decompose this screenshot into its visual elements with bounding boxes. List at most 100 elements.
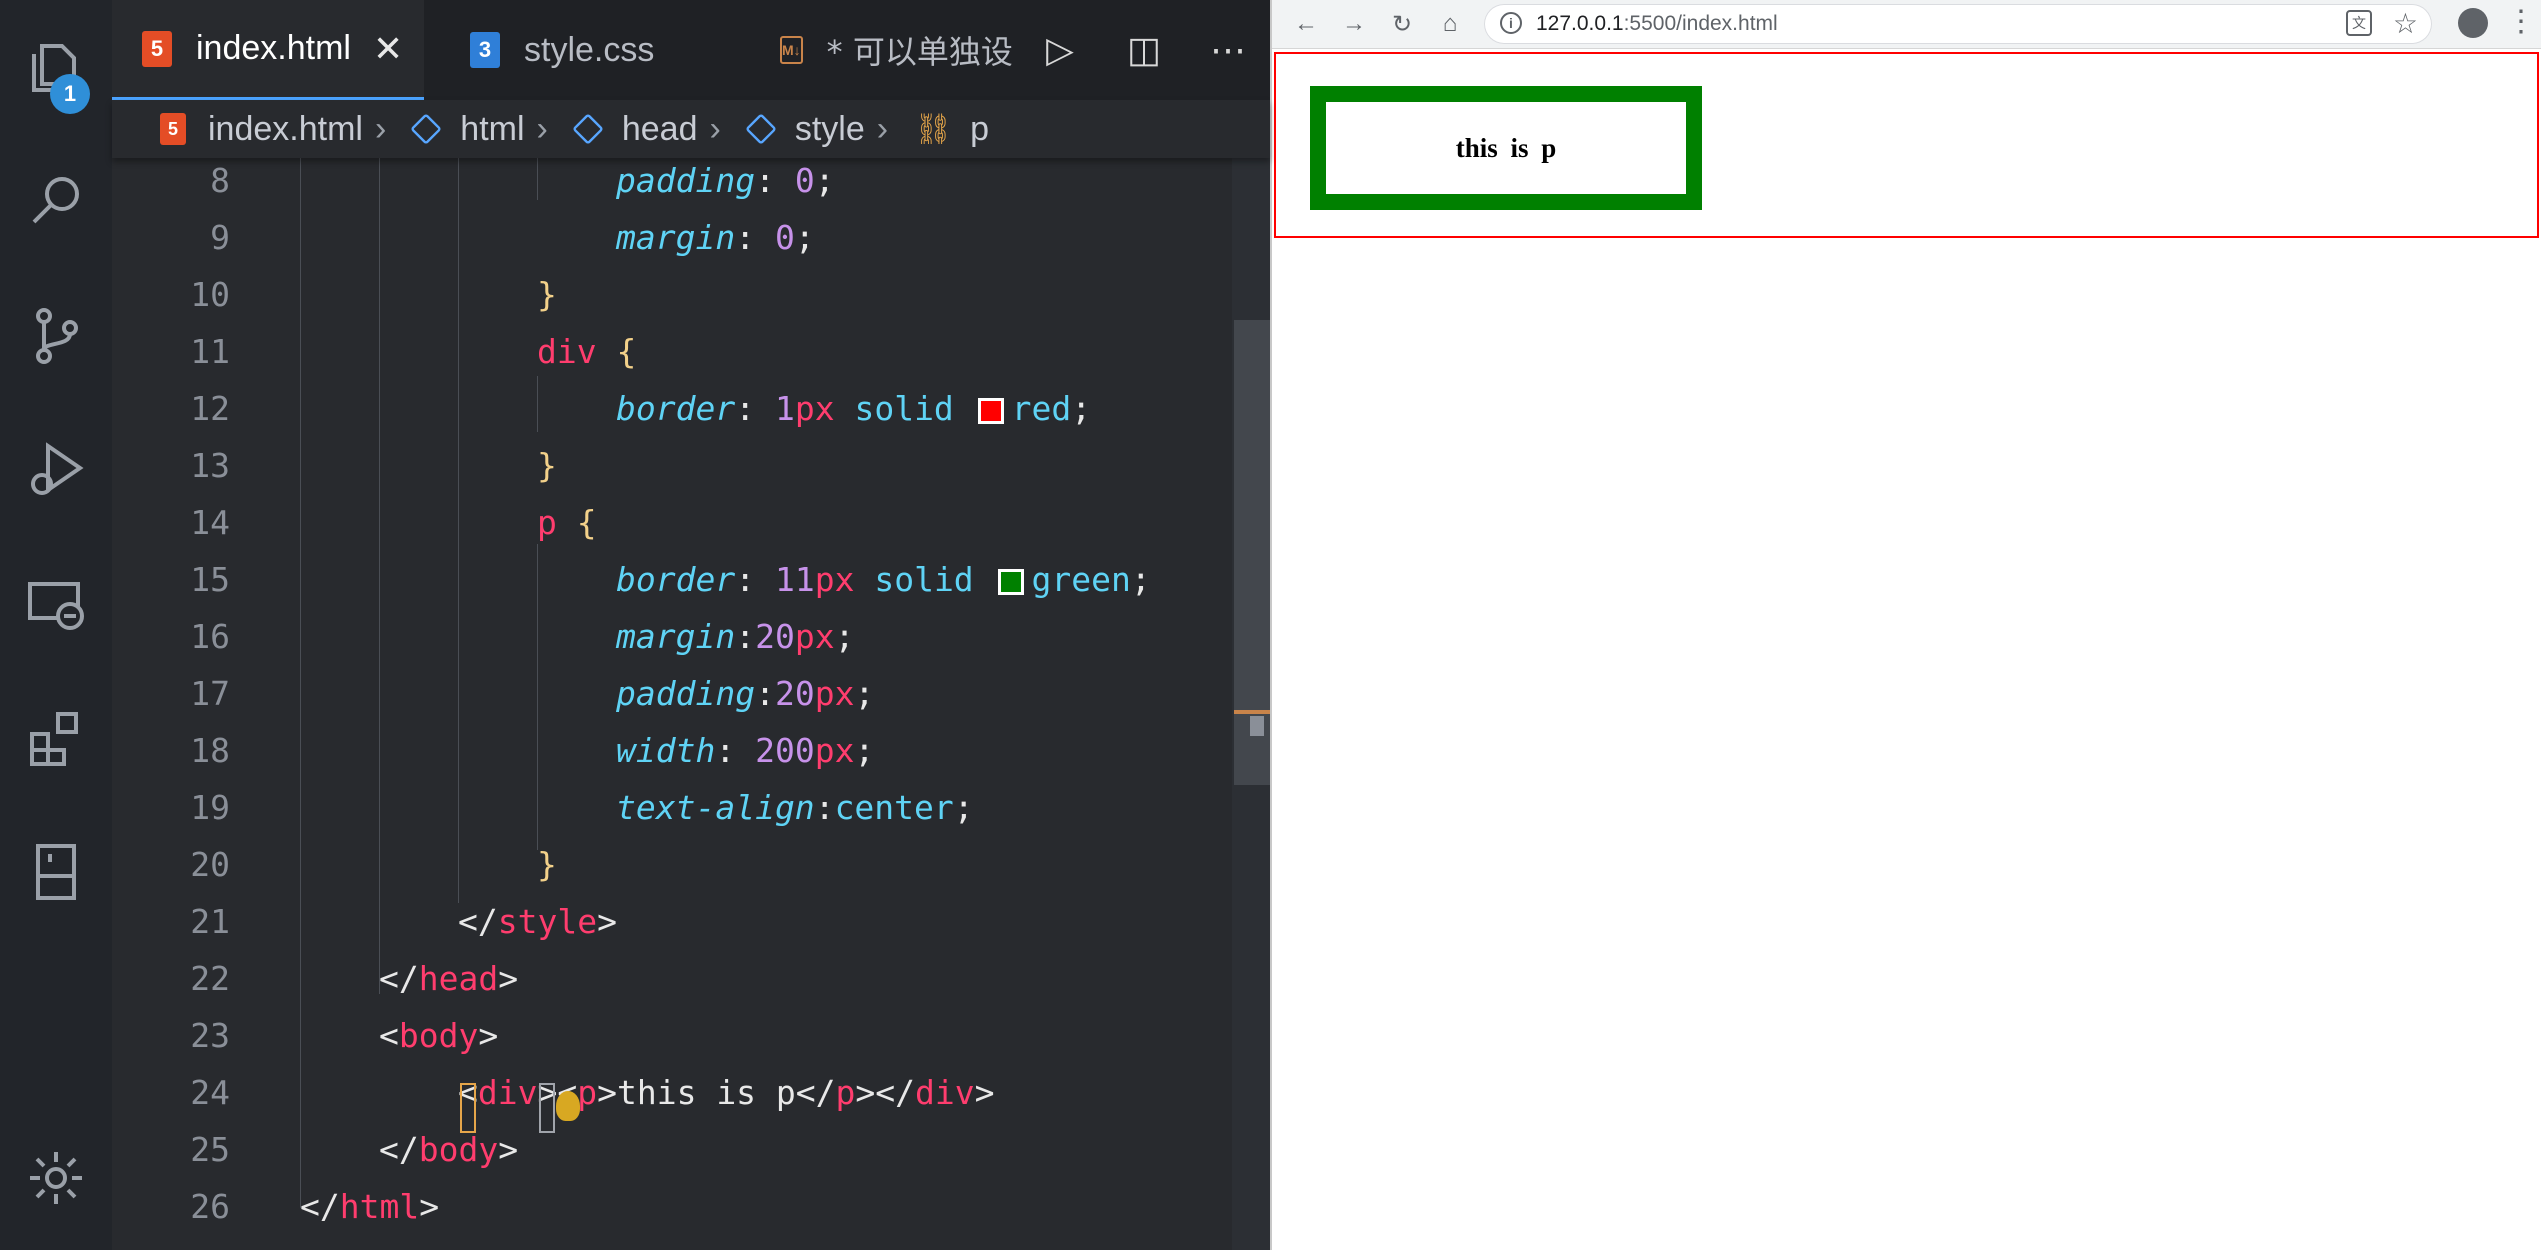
address-bar[interactable]: i 127.0.0.1:5500/index.html 文 ☆ xyxy=(1484,4,2432,44)
code-line[interactable]: 12 border: 1px solid red; xyxy=(112,380,1232,437)
bracket-match-highlight xyxy=(460,1083,476,1133)
code-line[interactable]: 9 margin: 0; xyxy=(112,209,1232,266)
line-number: 19 xyxy=(190,788,230,827)
code-line[interactable]: 17 padding:20px; xyxy=(112,665,1232,722)
line-number: 8 xyxy=(210,161,230,200)
breadcrumb-file[interactable]: 5 index.html xyxy=(160,110,363,149)
code-line[interactable]: 15 border: 11px solid green; xyxy=(112,551,1232,608)
code-line[interactable]: 23 <body> xyxy=(112,1007,1232,1064)
remote-explorer-icon[interactable] xyxy=(16,564,96,644)
code-text: </body> xyxy=(379,1130,519,1169)
back-arrow-icon[interactable]: ← xyxy=(1288,6,1324,42)
code-line[interactable]: 10} xyxy=(112,266,1232,323)
tab-index-html[interactable]: 5 index.html ✕ xyxy=(112,0,424,100)
browser-toolbar: ← → ↻ ⌂ i 127.0.0.1:5500/index.html 文 ☆ … xyxy=(1272,0,2541,49)
forward-arrow-icon[interactable]: → xyxy=(1336,6,1372,42)
code-text: width: 200px; xyxy=(616,731,875,770)
source-control-icon[interactable] xyxy=(16,296,96,376)
breadcrumb-p[interactable]: ⛓ p xyxy=(914,110,989,149)
line-number: 9 xyxy=(210,218,230,257)
search-icon[interactable] xyxy=(16,162,96,242)
code-line[interactable]: 18 width: 200px; xyxy=(112,722,1232,779)
code-line[interactable]: 21 </style> xyxy=(112,893,1232,950)
code-text: <body> xyxy=(379,1016,499,1055)
code-text: padding: 0; xyxy=(616,161,835,200)
color-swatch-icon[interactable] xyxy=(977,397,1004,424)
breadcrumb-html[interactable]: html xyxy=(410,109,525,149)
tab-style-css[interactable]: 3 style.css xyxy=(424,0,724,100)
chevron-right-icon: › xyxy=(709,109,721,148)
rendered-paragraph: this is p xyxy=(1310,86,1702,210)
rendered-page: this is p xyxy=(1272,50,2541,1250)
code-line[interactable]: 11 div { xyxy=(112,323,1232,380)
code-line[interactable]: 26 </html> xyxy=(112,1178,1232,1235)
bookmark-star-icon[interactable]: ☆ xyxy=(2393,4,2418,44)
code-line[interactable]: 16 margin:20px; xyxy=(112,608,1232,665)
settings-gear-icon[interactable] xyxy=(16,1138,96,1218)
explorer-badge: 1 xyxy=(50,74,90,114)
code-line[interactable]: 13} xyxy=(112,437,1232,494)
translate-icon[interactable]: 文 xyxy=(2346,10,2372,36)
code-line[interactable]: 25 </body> xyxy=(112,1121,1232,1178)
chevron-right-icon: › xyxy=(876,109,889,148)
code-editor[interactable]: 8 padding: 0; 9 margin: 0; 10} 11 div {12 borde… xyxy=(112,158,1232,1250)
browser-window: ← → ↻ ⌂ i 127.0.0.1:5500/index.html 文 ☆ … xyxy=(1270,0,2541,1250)
browser-menu-icon[interactable]: ⋮ xyxy=(2506,4,2536,39)
code-line[interactable]: 22 </head> xyxy=(112,950,1232,1007)
element-cube-icon xyxy=(410,113,443,145)
line-number: 24 xyxy=(190,1073,230,1112)
code-line[interactable]: 24 <div><p>this is p</p></div> xyxy=(112,1064,1232,1121)
profile-avatar-icon[interactable] xyxy=(2458,8,2488,38)
breadcrumb-head[interactable]: head xyxy=(572,109,698,149)
tab-label: * 可以单独设 xyxy=(826,33,1012,71)
code-line[interactable]: 14 p { xyxy=(112,494,1232,551)
tab-label: style.css xyxy=(524,30,655,69)
extensions-icon[interactable] xyxy=(16,698,96,778)
overview-ruler-marker xyxy=(1250,716,1264,736)
line-number: 22 xyxy=(190,959,230,998)
outline-panel-icon[interactable] xyxy=(16,832,96,912)
code-text: margin: 0; xyxy=(616,218,815,257)
html5-icon: 5 xyxy=(160,113,186,145)
code-text: } xyxy=(537,845,557,884)
run-icon[interactable]: ▷ xyxy=(1018,29,1102,71)
code-line[interactable]: 19 text-align:center; xyxy=(112,779,1232,836)
code-text: padding:20px; xyxy=(616,674,875,713)
line-number: 20 xyxy=(190,845,230,884)
run-debug-icon[interactable] xyxy=(16,430,96,510)
color-swatch-icon[interactable] xyxy=(997,568,1024,595)
activity-bar: 1 xyxy=(0,0,112,1250)
line-number: 21 xyxy=(190,902,230,941)
line-number: 11 xyxy=(190,332,230,371)
breadcrumb-style[interactable]: style xyxy=(744,110,865,149)
more-actions-icon[interactable]: ⋯ xyxy=(1186,29,1270,71)
code-text: p { xyxy=(537,503,597,542)
tab-label: index.html xyxy=(196,29,351,67)
site-info-icon[interactable]: i xyxy=(1500,12,1522,34)
line-number: 25 xyxy=(190,1130,230,1169)
rendered-div: this is p xyxy=(1274,52,2539,238)
code-text: margin:20px; xyxy=(616,617,855,656)
html5-icon: 5 xyxy=(142,30,172,67)
home-icon[interactable]: ⌂ xyxy=(1432,6,1468,42)
breadcrumb-label: head xyxy=(621,109,698,148)
chevron-right-icon: › xyxy=(374,109,387,148)
line-number: 17 xyxy=(190,674,230,713)
breadcrumb-label: html xyxy=(460,109,525,148)
close-icon[interactable]: ✕ xyxy=(373,28,403,70)
breadcrumb: 5 index.html › html › head › style › ⛓ p xyxy=(112,100,1270,158)
code-text: border: 1px solid red; xyxy=(616,389,1092,428)
overview-ruler-marker xyxy=(1234,710,1270,714)
code-text: </head> xyxy=(379,959,519,998)
breadcrumb-label: p xyxy=(970,109,990,148)
code-text: border: 11px solid green; xyxy=(616,560,1151,599)
tab-markdown-note[interactable]: M↓ * 可以单独设 xyxy=(752,0,1012,100)
line-number: 16 xyxy=(190,617,230,656)
split-editor-icon[interactable]: ◫ xyxy=(1102,29,1186,71)
css-selector-icon: ⛓ xyxy=(914,112,953,146)
chevron-right-icon: › xyxy=(536,109,548,148)
code-line[interactable]: 20} xyxy=(112,836,1232,893)
reload-icon[interactable]: ↻ xyxy=(1384,6,1420,42)
line-number: 18 xyxy=(190,731,230,770)
code-line[interactable]: 8 padding: 0; xyxy=(112,158,1232,209)
